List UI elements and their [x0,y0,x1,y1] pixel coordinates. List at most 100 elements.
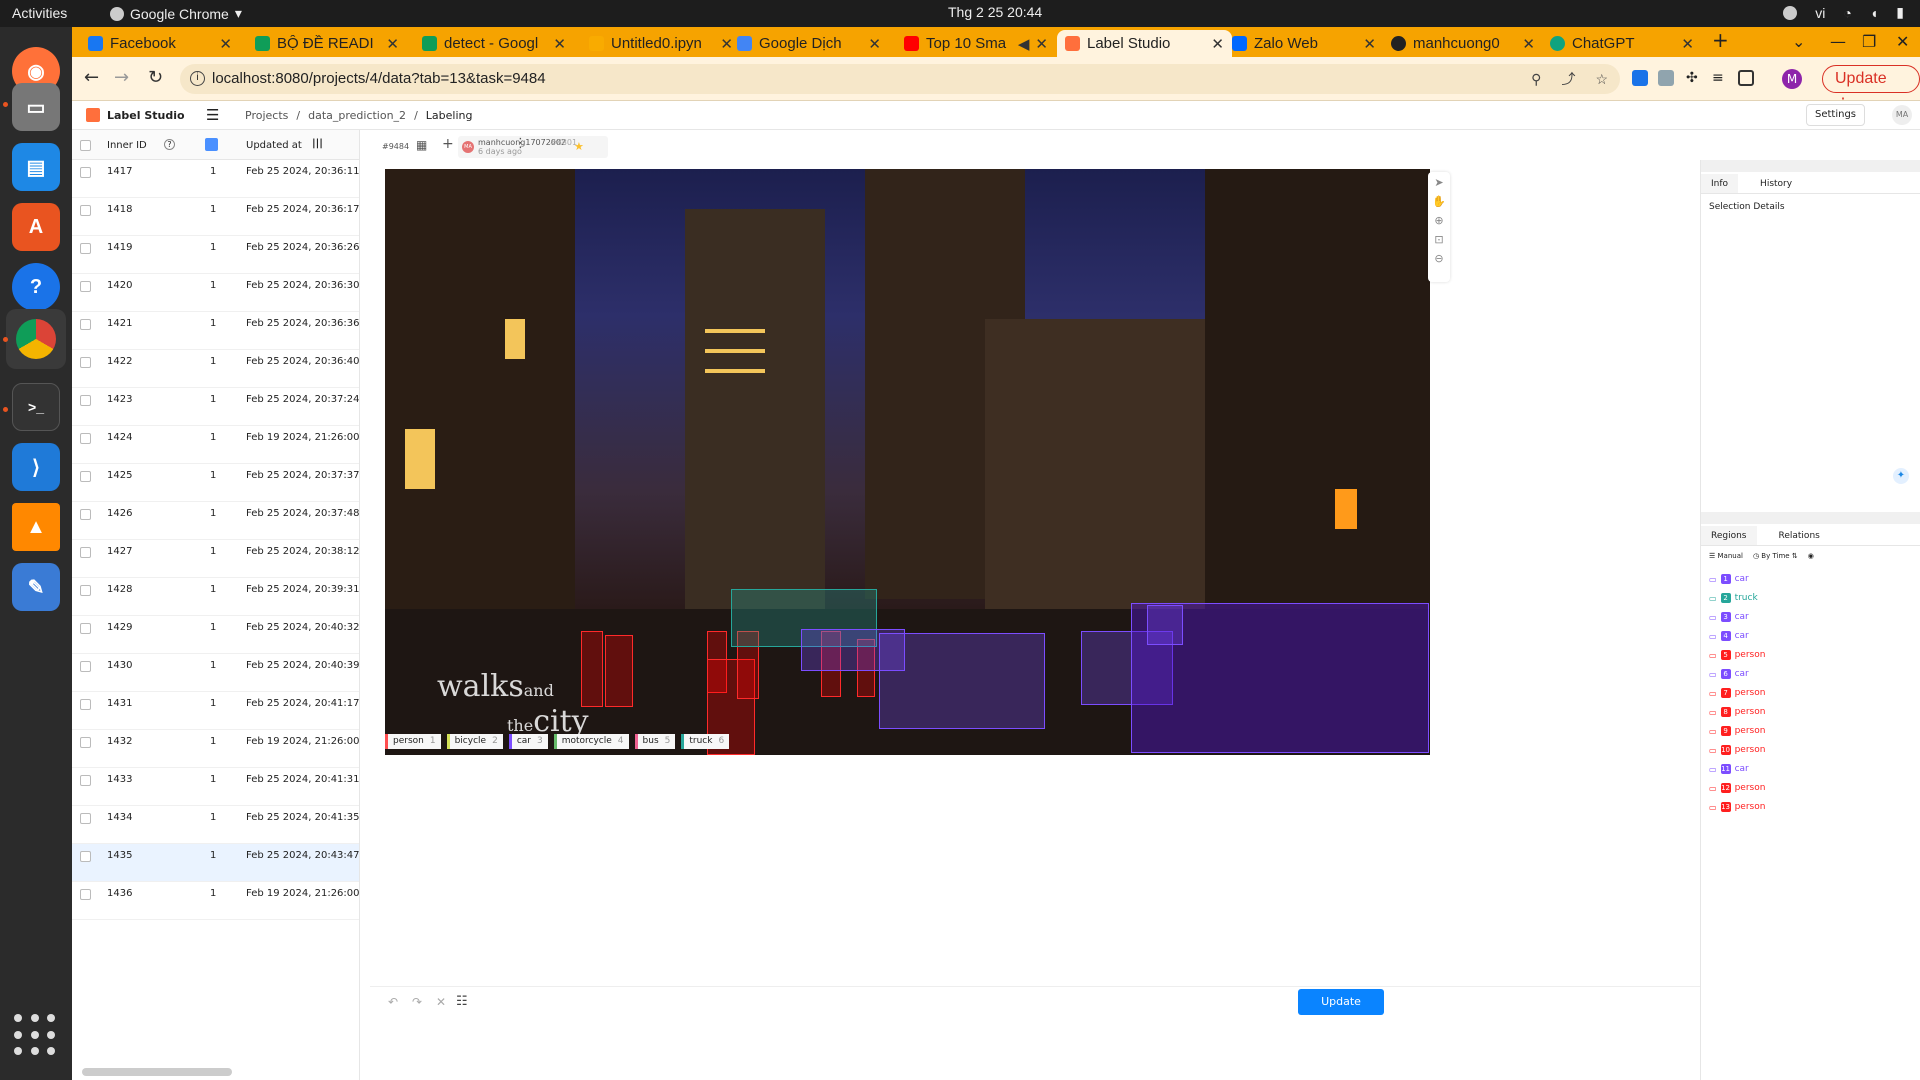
region-item[interactable]: ▭ 8 person [1709,705,1765,719]
reload-button[interactable]: ↻ [148,67,163,88]
row-checkbox[interactable] [80,205,91,216]
tab-chatgpt[interactable]: ChatGPT ✕ [1542,30,1702,57]
help-icon[interactable]: ? [12,263,60,311]
crumb-project[interactable]: data_prediction_2 [308,109,406,122]
reset-icon[interactable]: ✕ [436,995,446,1009]
table-row[interactable]: 1423 1 Feb 25 2024, 20:37:24 [72,388,359,426]
settings-sliders-icon[interactable]: ☷ [456,994,468,1009]
zoom-icon[interactable]: ⚲ [1531,64,1541,94]
terminal-icon[interactable]: >_ [12,383,60,431]
site-info-icon[interactable]: i [190,71,205,86]
settings-button[interactable]: Settings [1806,104,1866,126]
user-avatar[interactable]: MA [1892,105,1912,125]
table-row[interactable]: 1419 1 Feb 25 2024, 20:36:26 [72,236,359,274]
region-item[interactable]: ▭ 6 car [1709,667,1749,681]
menu-icon[interactable]: ☰ [206,106,219,124]
row-checkbox[interactable] [80,699,91,710]
table-row[interactable]: 1429 1 Feb 25 2024, 20:40:32 [72,616,359,654]
horizontal-scrollbar[interactable] [82,1068,232,1076]
table-row[interactable]: 1432 1 Feb 19 2024, 21:26:00 [72,730,359,768]
clock[interactable]: Thg 2 25 20:44 [948,4,1042,20]
tab-search-icon[interactable]: ⌄ [1792,32,1805,51]
files-icon[interactable]: ▭ [12,83,60,131]
region-item[interactable]: ▭ 10 person [1709,743,1765,757]
share-icon[interactable]: ⤴ [1561,64,1575,94]
tab-label-studio[interactable]: Label Studio ✕ [1057,30,1232,57]
libreoffice-impress-icon[interactable]: ▤ [12,143,60,191]
chrome-tray-icon[interactable] [1783,5,1798,20]
region-item[interactable]: ▭ 4 car [1709,629,1749,643]
maximize-button[interactable]: ❐ [1862,32,1876,51]
row-checkbox[interactable] [80,623,91,634]
vlc-icon[interactable]: ▲ [12,503,60,551]
update-annotation-button[interactable]: Update [1298,989,1384,1015]
new-tab-button[interactable]: + [1712,28,1729,52]
column-inner-id[interactable]: Inner ID [107,140,147,151]
bookmark-star-icon[interactable]: ☆ [1595,64,1608,94]
address-bar[interactable]: i localhost:8080/projects/4/data?tab=13&… [180,64,1620,94]
forward-button[interactable]: → [114,67,129,88]
row-checkbox[interactable] [80,585,91,596]
visibility-icon[interactable]: ◉ [1808,552,1814,560]
tab-youtube[interactable]: Top 10 Sma ◀ ✕ [896,30,1056,57]
tab-facebook[interactable]: Facebook ✕ [80,30,240,57]
sort-manual[interactable]: ☰ Manual [1709,552,1743,560]
table-row[interactable]: 1425 1 Feb 25 2024, 20:37:37 [72,464,359,502]
close-icon[interactable]: ✕ [868,35,881,53]
row-checkbox[interactable] [80,357,91,368]
region-item[interactable]: ▭ 1 car [1709,572,1749,586]
label-studio-logo-icon[interactable] [86,108,100,122]
pointer-icon[interactable]: ➤ [1428,176,1450,189]
close-icon[interactable]: ✕ [386,35,399,53]
table-row[interactable]: 1435 1 Feb 25 2024, 20:43:47 [72,844,359,882]
minimize-button[interactable]: — [1830,32,1846,51]
region-item[interactable]: ▭ 2 truck [1709,591,1758,605]
table-row[interactable]: 1436 1 Feb 19 2024, 21:26:00 [72,882,359,920]
volume-icon[interactable]: ◖ [1870,5,1878,21]
software-center-icon[interactable]: A [12,203,60,251]
label-truck[interactable]: truck 6 [681,734,730,749]
text-editor-icon[interactable]: ✎ [12,563,60,611]
zoom-in-icon[interactable]: ⊕ [1428,214,1450,227]
row-checkbox[interactable] [80,395,91,406]
hand-icon[interactable]: ✋ [1428,195,1450,208]
column-settings-icon[interactable]: ||| [312,138,323,149]
table-row[interactable]: 1421 1 Feb 25 2024, 20:36:36 [72,312,359,350]
add-annotation-button[interactable]: + [442,136,454,152]
extension-icon[interactable] [1658,70,1674,86]
table-row[interactable]: 1426 1 Feb 25 2024, 20:37:48 [72,502,359,540]
table-row[interactable]: 1417 1 Feb 25 2024, 20:36:11 [72,160,359,198]
label-motorcycle[interactable]: motorcycle 4 [553,734,629,749]
table-row[interactable]: 1422 1 Feb 25 2024, 20:36:40 [72,350,359,388]
region-box-car[interactable] [879,633,1045,729]
panel-drag-bar[interactable] [1701,160,1920,172]
language-indicator[interactable]: vi [1815,5,1825,21]
close-icon[interactable]: ✕ [553,35,566,53]
activities-button[interactable]: Activities [12,5,67,21]
table-row[interactable]: 1427 1 Feb 25 2024, 20:38:12 [72,540,359,578]
select-all-checkbox[interactable] [80,140,91,151]
region-box-person[interactable] [605,635,633,707]
close-window-button[interactable]: ✕ [1896,32,1909,51]
table-row[interactable]: 1420 1 Feb 25 2024, 20:36:30 [72,274,359,312]
panel-drag-bar[interactable] [1701,512,1920,524]
table-row[interactable]: 1431 1 Feb 25 2024, 20:41:17 [72,692,359,730]
annotations-column-icon[interactable] [205,138,218,151]
extension-icon[interactable] [1632,70,1648,86]
region-item[interactable]: ▭ 5 person [1709,648,1765,662]
help-icon[interactable]: ? [164,139,175,150]
chrome-update-button[interactable]: Update ⋮ [1822,65,1920,113]
audio-icon[interactable]: ◀ [1018,35,1030,53]
profile-avatar[interactable]: M [1782,69,1802,89]
tab-history[interactable]: History [1750,174,1802,193]
tab-info[interactable]: Info [1701,174,1739,193]
vscode-icon[interactable]: ⟩ [12,443,60,491]
grid-view-icon[interactable]: ▦ [416,138,427,152]
back-button[interactable]: ← [84,67,99,88]
table-row[interactable]: 1418 1 Feb 25 2024, 20:36:17 [72,198,359,236]
media-controls-icon[interactable]: ≡ [1712,70,1728,86]
label-person[interactable]: person 1 [385,734,441,749]
table-row[interactable]: 1428 1 Feb 25 2024, 20:39:31 [72,578,359,616]
row-checkbox[interactable] [80,471,91,482]
row-checkbox[interactable] [80,319,91,330]
